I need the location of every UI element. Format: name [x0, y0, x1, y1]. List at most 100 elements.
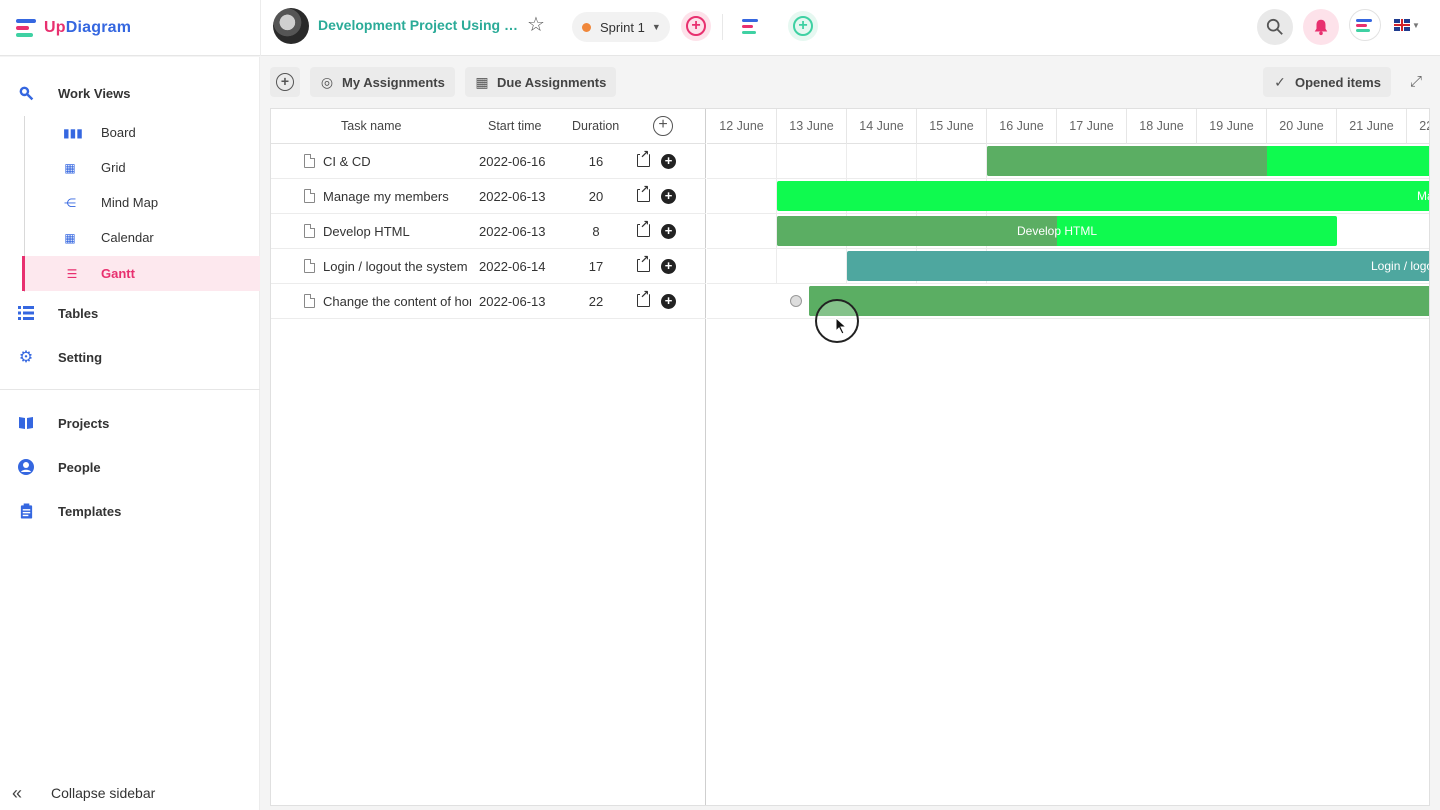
- add-subtask-icon[interactable]: +: [661, 294, 676, 309]
- gantt-bar[interactable]: Manage my members: [777, 181, 1429, 211]
- my-assignments-label: My Assignments: [342, 74, 445, 90]
- header-duration[interactable]: Duration: [572, 119, 619, 133]
- book-icon: [17, 414, 35, 432]
- duration-cell[interactable]: 8: [583, 224, 609, 239]
- sidebar-item-calendar[interactable]: ▦ Calendar: [24, 220, 260, 255]
- notifications-button[interactable]: [1303, 9, 1339, 45]
- uk-flag-icon: [1394, 19, 1410, 31]
- add-sprint-button[interactable]: +: [681, 11, 711, 41]
- start-time-cell[interactable]: 2022-06-13: [479, 224, 546, 239]
- gantt-view-icon[interactable]: [742, 17, 764, 37]
- project-title[interactable]: Development Project Using S...: [318, 17, 524, 33]
- file-icon: [304, 224, 315, 238]
- my-assignments-button[interactable]: ◎ My Assignments: [310, 67, 455, 97]
- start-time-cell[interactable]: 2022-06-14: [479, 259, 546, 274]
- duration-cell[interactable]: 17: [583, 259, 609, 274]
- table-row[interactable]: Develop HTML 2022-06-13 8 +: [271, 214, 706, 249]
- task-name-cell[interactable]: CI & CD: [323, 154, 471, 169]
- sidebar-item-setting[interactable]: ⚙ Setting: [0, 342, 260, 372]
- gantt-bar[interactable]: Develop HTML: [777, 216, 1337, 246]
- sidebar-item-label: Tables: [58, 305, 99, 321]
- gantt-bar[interactable]: [809, 286, 1429, 316]
- search-icon: [17, 84, 35, 102]
- app-logo[interactable]: UpDiagram: [16, 14, 131, 42]
- sidebar-item-gantt[interactable]: ☰ Gantt: [22, 256, 260, 291]
- task-grid: Task name Start time Duration + CI & CD 2…: [271, 109, 706, 805]
- add-subtask-icon[interactable]: +: [661, 224, 676, 239]
- open-external-icon[interactable]: [637, 150, 650, 167]
- duration-cell[interactable]: 20: [583, 189, 609, 204]
- task-name-cell[interactable]: Manage my members: [323, 189, 471, 204]
- sidebar-item-work-views[interactable]: Work Views: [0, 78, 260, 108]
- opened-items-button[interactable]: ✓ Opened items: [1263, 67, 1391, 97]
- open-external-icon[interactable]: [637, 290, 650, 307]
- language-select[interactable]: ▼: [1394, 19, 1420, 31]
- timeline-header: 12 June 13 June 14 June 15 June 16 June 17 Ju…: [707, 109, 1429, 144]
- plus-circle-icon: +: [793, 16, 813, 36]
- cursor-icon: [835, 317, 848, 335]
- add-view-button[interactable]: +: [788, 11, 818, 41]
- open-external-icon[interactable]: [637, 185, 650, 202]
- timeline-day: 18 June: [1127, 109, 1197, 144]
- add-task-button[interactable]: +: [270, 67, 300, 97]
- fullscreen-icon[interactable]: ⤢: [1410, 74, 1426, 90]
- sidebar-item-board[interactable]: ▮▮▮ Board: [24, 115, 260, 150]
- sidebar-item-label: Gantt: [101, 266, 135, 281]
- gantt-bar-label: Manage my members: [1417, 189, 1429, 203]
- start-time-cell[interactable]: 2022-06-13: [479, 294, 546, 309]
- header-start-time[interactable]: Start time: [488, 119, 542, 133]
- timeline-day: 14 June: [847, 109, 917, 144]
- gantt-bar[interactable]: Login / logout the system: [847, 251, 1429, 281]
- duration-cell[interactable]: 16: [583, 154, 609, 169]
- file-icon: [304, 259, 315, 273]
- top-bar: UpDiagram Development Project Using S...…: [0, 0, 1440, 56]
- bell-icon: [1314, 19, 1328, 36]
- add-column-icon[interactable]: +: [653, 116, 673, 136]
- gantt-bar-label: Login / logout the system: [1371, 259, 1429, 273]
- table-row[interactable]: Change the content of home page 2022-06-1…: [271, 284, 706, 319]
- table-row[interactable]: Login / logout the system 2022-06-14 17 +: [271, 249, 706, 284]
- sidebar-item-tables[interactable]: Tables: [0, 298, 260, 328]
- gantt-bar-label: Develop HTML: [1016, 224, 1098, 238]
- list-icon: [17, 304, 35, 322]
- task-name-cell[interactable]: Develop HTML: [323, 224, 471, 239]
- task-name-cell[interactable]: Login / logout the system: [323, 259, 471, 274]
- chevron-down-icon: ▼: [1412, 20, 1420, 30]
- collapse-sidebar-button[interactable]: « Collapse sidebar: [12, 783, 155, 803]
- task-name-cell[interactable]: Change the content of home page: [323, 294, 471, 309]
- duration-cell[interactable]: 22: [583, 294, 609, 309]
- sidebar-item-label: Board: [101, 125, 136, 140]
- timeline-day: 15 June: [917, 109, 987, 144]
- table-row[interactable]: CI & CD 2022-06-16 16 +: [271, 144, 706, 179]
- gear-icon: ⚙: [18, 349, 34, 366]
- open-external-icon[interactable]: [637, 255, 650, 272]
- sidebar-item-projects[interactable]: Projects: [0, 408, 260, 438]
- start-time-cell[interactable]: 2022-06-13: [479, 189, 546, 204]
- header-task-name[interactable]: Task name: [341, 119, 401, 133]
- timeline-day: 13 June: [777, 109, 847, 144]
- due-assignments-button[interactable]: ▦ Due Assignments: [465, 67, 617, 97]
- mind-map-icon: ⋲: [64, 195, 76, 210]
- sidebar-item-templates[interactable]: Templates: [0, 496, 260, 526]
- calendar-clock-icon: ▦: [475, 74, 489, 90]
- add-subtask-icon[interactable]: +: [661, 259, 676, 274]
- search-icon: [1266, 18, 1283, 35]
- sidebar-item-grid[interactable]: ▦ Grid: [24, 150, 260, 185]
- star-icon[interactable]: ☆: [527, 14, 549, 36]
- sprint-select[interactable]: Sprint 1 ▼: [572, 12, 670, 42]
- sidebar-item-label: Mind Map: [101, 195, 159, 210]
- sidebar-item-people[interactable]: People: [0, 452, 260, 482]
- sidebar-item-label: Work Views: [58, 85, 131, 101]
- open-external-icon[interactable]: [637, 220, 650, 237]
- start-time-cell[interactable]: 2022-06-16: [479, 154, 546, 169]
- add-subtask-icon[interactable]: +: [661, 154, 676, 169]
- add-subtask-icon[interactable]: +: [661, 189, 676, 204]
- user-avatar[interactable]: [1349, 9, 1381, 41]
- table-row[interactable]: Manage my members 2022-06-13 20 +: [271, 179, 706, 214]
- project-avatar[interactable]: [273, 8, 309, 44]
- gantt-bar[interactable]: [987, 146, 1429, 176]
- sidebar-item-mind-map[interactable]: ⋲ Mind Map: [24, 185, 260, 220]
- search-button[interactable]: [1257, 9, 1293, 45]
- link-handle[interactable]: [790, 295, 802, 307]
- grid-icon: ▦: [64, 160, 76, 175]
